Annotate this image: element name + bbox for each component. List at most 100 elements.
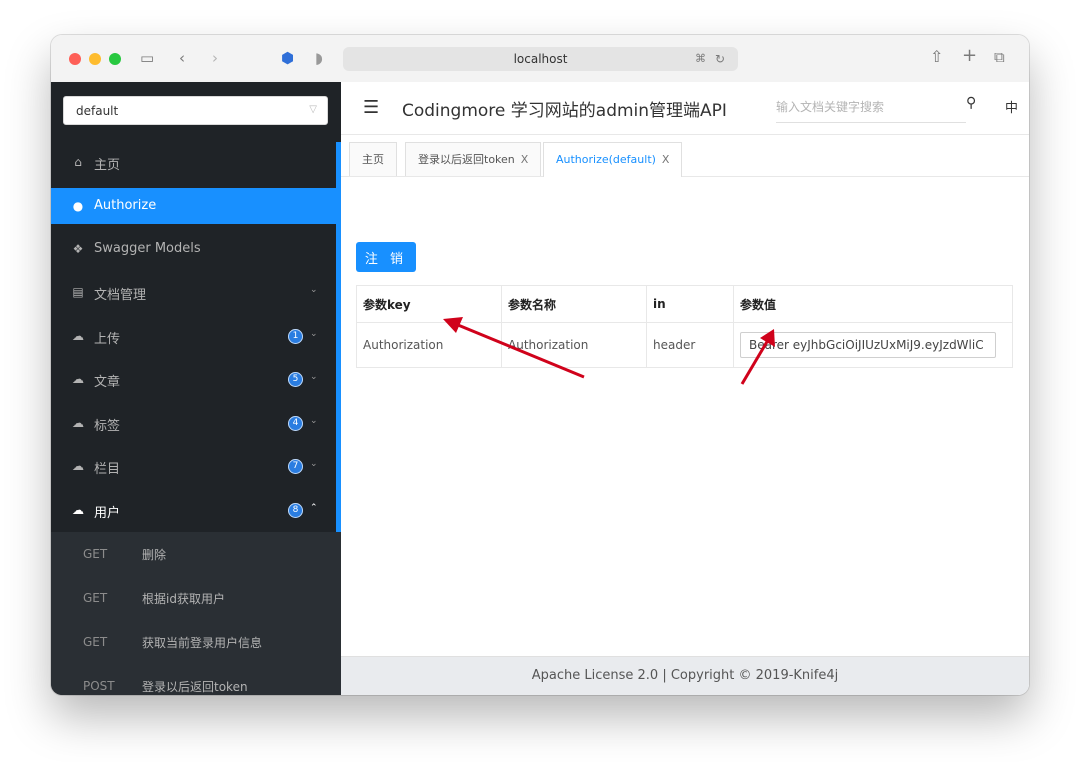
param-value-cell: [733, 322, 1013, 368]
url-host: localhost: [513, 52, 568, 66]
shield-icon[interactable]: ◗: [315, 50, 323, 66]
footer: Apache License 2.0 | Copyright © 2019-Kn…: [341, 656, 1029, 695]
tab-label: 主页: [362, 153, 384, 166]
table-header-row: 参数key 参数名称 in 参数值: [356, 285, 1013, 323]
submenu-item-get-user-by-id[interactable]: GET 根据id获取用户: [51, 576, 336, 620]
sidebar-item-user[interactable]: ☁ 用户 8 ⌃: [51, 492, 336, 528]
param-key-cell: Authorization: [356, 322, 502, 368]
param-name-cell: Authorization: [501, 322, 647, 368]
sidebar-item-article[interactable]: ☁ 文章 5 ⌄: [51, 361, 336, 397]
cube-icon: ❖: [72, 242, 84, 256]
table-row: Authorization Authorization header: [356, 322, 1013, 368]
tab-overview-icon[interactable]: ⧉: [994, 49, 1005, 65]
menu-fold-icon[interactable]: ☰: [363, 97, 379, 118]
http-method: GET: [83, 591, 108, 605]
maximize-window-button[interactable]: [109, 53, 121, 65]
column-header: in: [646, 285, 734, 323]
translate-icon[interactable]: ⌘: [695, 51, 706, 67]
tab-label: 登录以后返回token: [418, 153, 515, 166]
column-header: 参数key: [356, 285, 502, 323]
sidebar-item-home[interactable]: ⌂ 主页: [51, 144, 336, 180]
address-bar[interactable]: localhost ⌘ ↻: [343, 47, 738, 71]
chevron-down-icon: ⌄: [310, 416, 318, 426]
submenu-item-delete[interactable]: GET 删除: [51, 532, 336, 576]
endpoint-name: 登录以后返回token: [142, 680, 248, 694]
submenu-item-login-token[interactable]: POST 登录以后返回token: [51, 664, 336, 695]
user-submenu: GET 删除 GET 根据id获取用户 GET 获取当前登录用户信息 POST …: [51, 532, 341, 695]
minimize-window-button[interactable]: [89, 53, 101, 65]
count-badge: 5: [288, 372, 303, 387]
sidebar-toggle-icon[interactable]: ▭: [140, 50, 154, 66]
search-box: [776, 96, 966, 123]
logout-button[interactable]: 注 销: [356, 242, 416, 272]
http-method: GET: [83, 635, 108, 649]
top-header: ☰ Codingmore 学习网站的admin管理端API ⚲ 中: [341, 82, 1029, 135]
language-switch[interactable]: 中: [1005, 97, 1018, 116]
authorize-params-table: 参数key 参数名称 in 参数值 Authorization Authoriz…: [356, 285, 1013, 368]
close-icon[interactable]: X: [662, 153, 670, 166]
group-select[interactable]: default ▽: [63, 96, 328, 125]
tab-authorize[interactable]: Authorize(default) X: [543, 142, 683, 177]
column-header: 参数名称: [501, 285, 647, 323]
sidebar-item-doc-management[interactable]: ▤ 文档管理 ⌄: [51, 274, 336, 310]
endpoint-name: 删除: [142, 548, 167, 562]
endpoint-name: 获取当前登录用户信息: [142, 636, 263, 650]
column-header: 参数值: [733, 285, 1013, 323]
reload-icon[interactable]: ↻: [715, 51, 725, 67]
new-tab-icon[interactable]: +: [962, 47, 977, 65]
close-window-button[interactable]: [69, 53, 81, 65]
chevron-down-icon: ⌄: [310, 459, 318, 469]
extension-cube-icon[interactable]: ⬢: [281, 50, 294, 66]
forward-icon[interactable]: ›: [212, 50, 218, 66]
param-value-input[interactable]: [740, 332, 996, 358]
home-icon: ⌂: [74, 155, 82, 169]
group-select-value: default: [76, 104, 119, 118]
cloud-icon: ☁: [72, 459, 84, 473]
tab-label: Authorize(default): [556, 153, 656, 166]
sidebar-item-label: 文档管理: [94, 288, 147, 303]
param-in-cell: header: [646, 322, 734, 368]
sidebar-item-label: 用户: [94, 506, 121, 521]
chevron-down-icon: ⌄: [310, 329, 318, 339]
document-icon: ▤: [72, 285, 84, 299]
http-method: POST: [83, 679, 115, 693]
count-badge: 1: [288, 329, 303, 344]
back-icon[interactable]: ‹: [179, 50, 185, 66]
sidebar-item-label: 文章: [94, 375, 121, 390]
sidebar-item-label: 上传: [94, 332, 121, 347]
count-badge: 4: [288, 416, 303, 431]
sidebar-item-column[interactable]: ☁ 栏目 7 ⌄: [51, 448, 336, 484]
http-method: GET: [83, 547, 108, 561]
sidebar-item-authorize[interactable]: ● Authorize: [51, 188, 336, 224]
sidebar-item-upload[interactable]: ☁ 上传 1 ⌄: [51, 318, 336, 354]
cloud-icon: ☁: [72, 329, 84, 343]
cloud-icon: ☁: [72, 416, 84, 430]
footer-text: Apache License 2.0 | Copyright © 2019-Kn…: [531, 668, 839, 683]
browser-window: ▭ ‹ › ⬢ ◗ localhost ⌘ ↻ ⇧ + ⧉ default ▽ …: [51, 35, 1029, 695]
cloud-icon: ☁: [72, 372, 84, 386]
search-icon[interactable]: ⚲: [966, 95, 976, 111]
sidebar-item-label: Authorize: [94, 198, 157, 213]
tab-login-token[interactable]: 登录以后返回token X: [405, 142, 542, 176]
search-input[interactable]: [776, 100, 956, 114]
page-title: Codingmore 学习网站的admin管理端API: [402, 101, 727, 121]
submenu-item-current-user-info[interactable]: GET 获取当前登录用户信息: [51, 620, 336, 664]
chevron-down-icon: ⌄: [310, 372, 318, 382]
sidebar-item-label: Swagger Models: [94, 241, 201, 256]
endpoint-name: 根据id获取用户: [142, 592, 225, 606]
count-badge: 8: [288, 503, 303, 518]
chevron-down-icon: ⌄: [310, 285, 318, 295]
sidebar-item-label: 标签: [94, 419, 121, 434]
share-icon[interactable]: ⇧: [930, 49, 943, 65]
close-icon[interactable]: X: [521, 153, 529, 166]
tab-bar: 主页 登录以后返回token X Authorize(default) X: [341, 134, 1029, 177]
sidebar-item-tag[interactable]: ☁ 标签 4 ⌄: [51, 405, 336, 441]
main-content: ☰ Codingmore 学习网站的admin管理端API ⚲ 中 主页 登录以…: [341, 82, 1029, 695]
sidebar: default ▽ ⌂ 主页 ● Authorize ❖ Swagger Mod…: [51, 82, 341, 695]
cloud-icon: ☁: [72, 503, 84, 517]
browser-toolbar: ▭ ‹ › ⬢ ◗ localhost ⌘ ↻ ⇧ + ⧉: [51, 35, 1029, 83]
sidebar-item-swagger-models[interactable]: ❖ Swagger Models: [51, 231, 336, 267]
count-badge: 7: [288, 459, 303, 474]
sidebar-item-label: 栏目: [94, 462, 121, 477]
tab-home[interactable]: 主页: [349, 142, 397, 176]
